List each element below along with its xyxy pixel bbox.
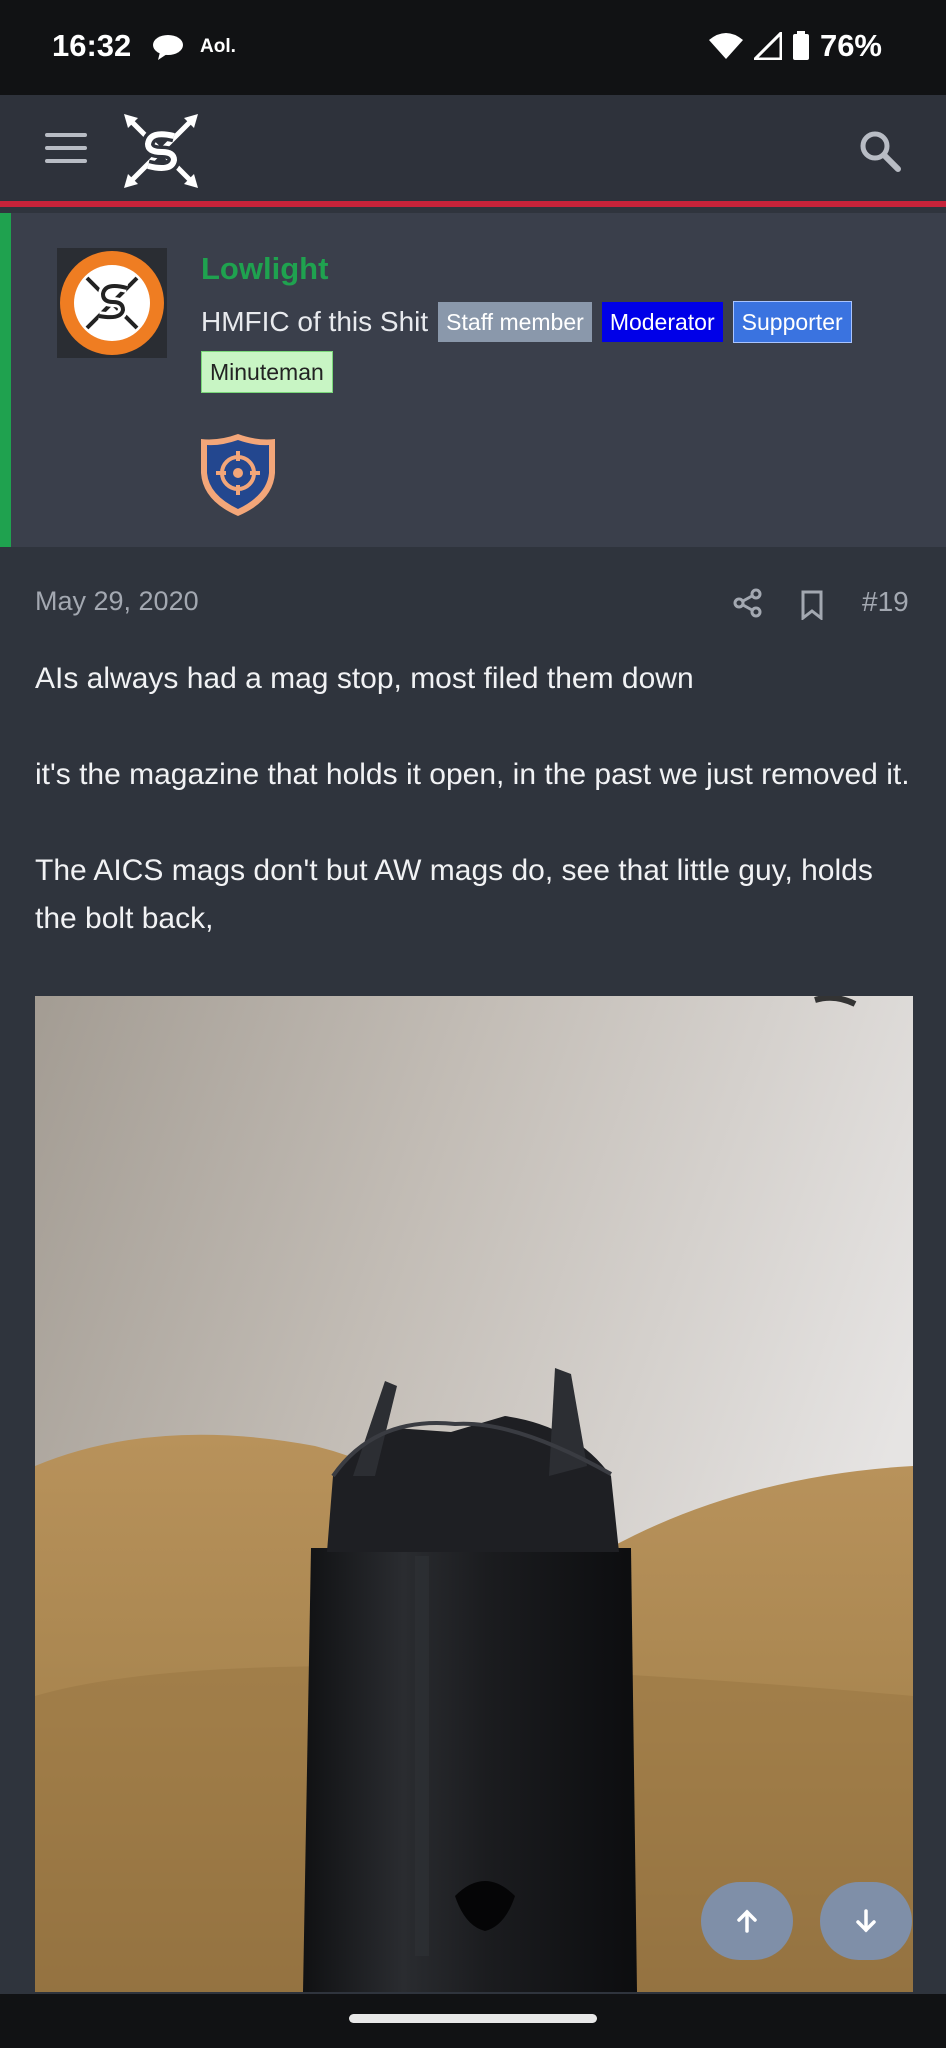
scroll-to-top-button[interactable] bbox=[701, 1882, 793, 1960]
share-icon[interactable] bbox=[733, 588, 763, 618]
bookmark-icon[interactable] bbox=[799, 590, 825, 620]
post-number[interactable]: #19 bbox=[862, 586, 909, 618]
status-indicators: 76% bbox=[708, 28, 882, 64]
status-time: 16:32 bbox=[52, 28, 132, 63]
system-nav-bar bbox=[0, 1994, 946, 2048]
arrow-down-icon bbox=[856, 1909, 876, 1933]
search-icon[interactable] bbox=[858, 129, 902, 173]
avatar[interactable] bbox=[57, 248, 167, 358]
post-image[interactable] bbox=[35, 996, 913, 1992]
crosshair-shield-icon[interactable] bbox=[197, 431, 279, 519]
battery-percent: 76% bbox=[819, 28, 882, 63]
carrier-label: Aol. bbox=[200, 36, 236, 57]
cell-signal-icon bbox=[753, 32, 782, 60]
minuteman-badge: Minuteman bbox=[201, 351, 333, 393]
home-indicator[interactable] bbox=[349, 2014, 597, 2023]
post-paragraph: AIs always had a mag stop, most filed th… bbox=[35, 662, 694, 695]
moderator-badge: Moderator bbox=[601, 302, 723, 342]
battery-icon bbox=[792, 31, 809, 60]
avatar-logo-icon bbox=[60, 251, 164, 355]
hamburger-icon[interactable] bbox=[45, 133, 87, 165]
username[interactable]: Lowlight bbox=[201, 251, 328, 287]
user-title: HMFIC of this Shit bbox=[201, 306, 429, 337]
post-date[interactable]: May 29, 2020 bbox=[35, 586, 199, 617]
post-paragraph: it's the magazine that holds it open, in… bbox=[35, 758, 910, 791]
wifi-icon bbox=[708, 33, 743, 59]
crossed-arrows-logo-icon[interactable] bbox=[120, 110, 202, 192]
chat-bubble-icon bbox=[153, 35, 183, 60]
staff-member-badge: Staff member bbox=[438, 302, 592, 342]
post-body: AIs always had a mag stop, most filed th… bbox=[35, 655, 915, 943]
app-header bbox=[0, 95, 946, 207]
post-paragraph: The AICS mags don't but AW mags do, see … bbox=[35, 854, 873, 935]
member-card: Lowlight HMFIC of this Shit Staff member… bbox=[0, 213, 946, 547]
arrow-up-icon bbox=[737, 1909, 757, 1933]
scroll-to-bottom-button[interactable] bbox=[820, 1882, 912, 1960]
status-bar: 16:32 Aol. 76% bbox=[0, 0, 946, 95]
user-title-row: HMFIC of this Shit Staff member Moderato… bbox=[201, 301, 921, 393]
supporter-badge: Supporter bbox=[732, 301, 852, 343]
